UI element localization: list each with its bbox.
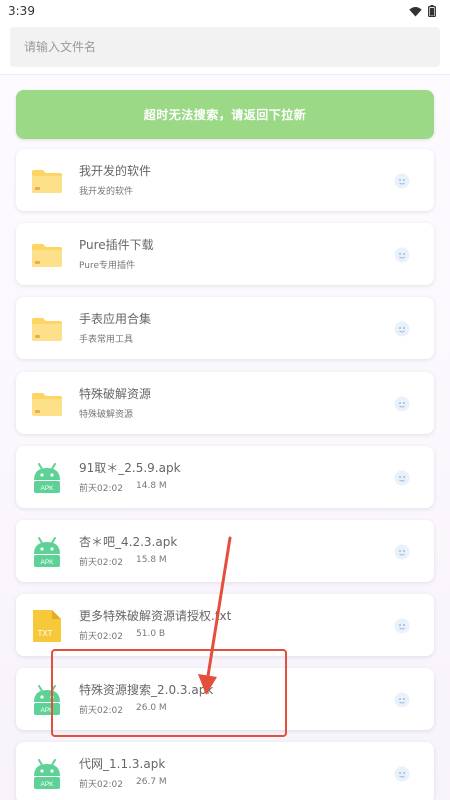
battery-icon — [428, 5, 436, 17]
list-item[interactable]: APK 代网_1.1.3.apk 前天02:02 26.7 M — [16, 742, 434, 800]
item-date: 前天02:02 — [79, 558, 123, 568]
item-size: 51.0 B — [136, 629, 166, 639]
item-subtitle: 特殊破解资源 — [79, 410, 134, 420]
item-date: 前天02:02 — [79, 632, 123, 642]
item-title: Pure插件下载 — [79, 238, 154, 252]
refresh-banner[interactable]: 超时无法搜索，请返回下拉新 — [16, 90, 434, 139]
list-item[interactable]: Pure插件下载 Pure专用插件 — [16, 223, 434, 285]
item-size: 26.7 M — [136, 777, 167, 787]
file-icon-label: APK — [40, 559, 54, 566]
folder-icon — [30, 312, 64, 346]
file-icon-label: APK — [40, 707, 54, 714]
file-icon-label: TXT — [37, 629, 52, 638]
item-action-icon[interactable] — [394, 247, 410, 263]
list-item[interactable]: APK 杏＊吧_4.2.3.apk 前天02:02 15.8 M — [16, 520, 434, 582]
item-action-icon[interactable] — [394, 173, 410, 189]
list-item[interactable]: TXT 更多特殊破解资源请授权.txt 前天02:02 51.0 B — [16, 594, 434, 656]
item-date: 前天02:02 — [79, 706, 123, 716]
apk-android-icon: APK — [30, 535, 64, 569]
item-title: 杏＊吧_4.2.3.apk — [79, 535, 178, 549]
item-subtitle: Pure专用插件 — [79, 261, 136, 271]
item-title: 更多特殊破解资源请授权.txt — [79, 609, 232, 623]
file-icon-label: APK — [40, 781, 54, 788]
status-bar: 3:39 — [0, 0, 450, 22]
item-date: 前天02:02 — [79, 780, 123, 790]
apk-android-icon: APK — [30, 683, 64, 717]
list-item[interactable]: 我开发的软件 我开发的软件 — [16, 149, 434, 211]
folder-icon — [30, 387, 64, 421]
apk-android-icon: APK — [30, 757, 64, 791]
item-title: 手表应用合集 — [79, 312, 152, 326]
status-icons — [409, 5, 436, 17]
item-title: 我开发的软件 — [79, 164, 152, 178]
item-subtitle: 我开发的软件 — [79, 187, 134, 197]
search-bar[interactable] — [10, 27, 440, 67]
item-action-icon[interactable] — [394, 618, 410, 634]
item-action-icon[interactable] — [394, 321, 410, 337]
banner-text: 超时无法搜索，请返回下拉新 — [143, 108, 307, 122]
item-action-icon[interactable] — [394, 470, 410, 486]
item-date: 前天02:02 — [79, 484, 123, 494]
item-action-icon[interactable] — [394, 692, 410, 708]
item-size: 26.0 M — [136, 703, 167, 713]
item-action-icon[interactable] — [394, 766, 410, 782]
item-action-icon[interactable] — [394, 396, 410, 412]
item-title: 代网_1.1.3.apk — [79, 757, 166, 771]
folder-icon — [30, 164, 64, 198]
wifi-icon — [409, 6, 422, 16]
list-item[interactable]: 手表应用合集手表常用工具 — [16, 297, 434, 359]
item-action-icon[interactable] — [394, 544, 410, 560]
item-size: 14.8 M — [136, 481, 167, 491]
item-title: 特殊资源搜索_2.0.3.apk — [79, 683, 214, 697]
status-time: 3:39 — [8, 4, 35, 18]
folder-icon — [30, 238, 64, 272]
item-title: 特殊破解资源 — [79, 387, 152, 401]
file-icon-label: APK — [40, 485, 54, 492]
item-subtitle: 手表常用工具 — [79, 335, 134, 345]
list-item[interactable]: APK 91取＊_2.5.9.apk 前天02:02 14.8 M — [16, 446, 434, 508]
item-size: 15.8 M — [136, 555, 167, 565]
item-title: 91取＊_2.5.9.apk — [79, 461, 181, 475]
txt-file-icon: TXT — [30, 609, 64, 643]
list-item[interactable]: APK 特殊资源搜索_2.0.3.apk 前天02:02 26.0 M — [16, 668, 434, 730]
list-item[interactable]: 特殊破解资源 特殊破解资源 — [16, 372, 434, 434]
search-input[interactable] — [24, 40, 440, 54]
apk-android-icon: APK — [30, 461, 64, 495]
